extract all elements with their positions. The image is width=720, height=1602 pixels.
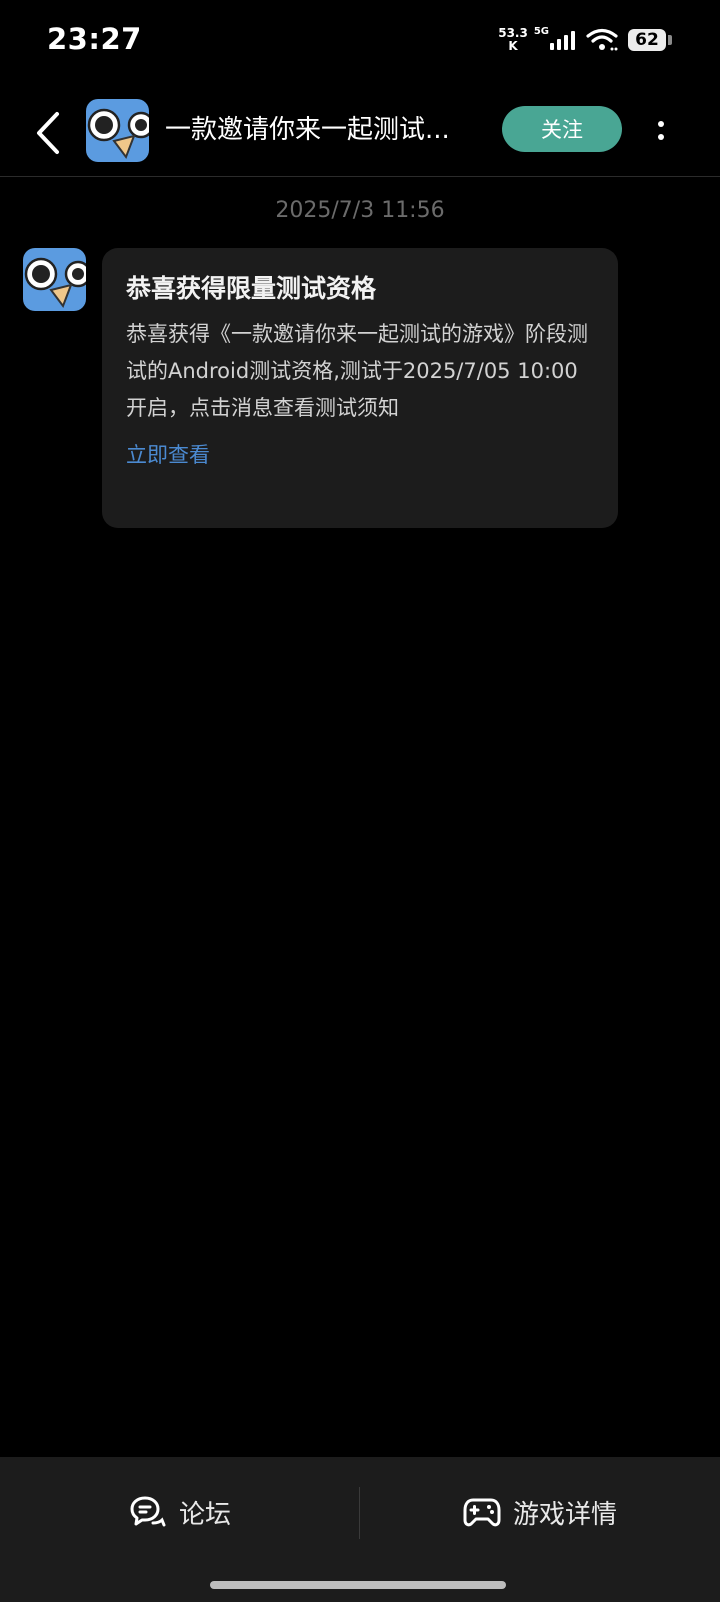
message-title: 恭喜获得限量测试资格 — [126, 274, 377, 303]
page-title: 一款邀请你来一起测试... — [165, 115, 450, 145]
game-avatar[interactable] — [86, 99, 149, 162]
network-speed-unit: K — [508, 39, 518, 53]
more-button[interactable] — [648, 108, 674, 152]
back-button[interactable] — [26, 108, 70, 158]
bird-icon — [23, 248, 86, 311]
more-icon-dot — [658, 120, 664, 127]
bottom-bar: 论坛 游戏详情 — [0, 1457, 720, 1602]
chat-header: 一款邀请你来一起测试... 关注 — [0, 90, 720, 177]
back-icon — [37, 112, 59, 154]
forum-tab[interactable]: 论坛 — [0, 1457, 360, 1567]
status-bar: 23:27 53.3 K 5G 62 — [0, 0, 720, 84]
bird-icon — [86, 99, 149, 162]
battery-icon: 62 — [628, 29, 672, 51]
game-details-tab[interactable]: 游戏详情 — [360, 1457, 720, 1567]
message-body: 恭喜获得《一款邀请你来一起测试的游戏》阶段测试的Android测试资格,测试于2… — [126, 322, 588, 420]
forum-icon — [130, 1496, 166, 1527]
battery-level: 62 — [635, 30, 659, 50]
follow-button[interactable]: 关注 — [502, 106, 622, 152]
signal-icon — [550, 31, 575, 50]
sender-avatar[interactable] — [23, 248, 86, 311]
network-type: 5G — [533, 25, 549, 37]
forum-tab-label: 论坛 — [178, 1499, 231, 1530]
gamepad-icon — [463, 1498, 501, 1527]
home-indicator[interactable] — [210, 1581, 506, 1589]
message-timestamp: 2025/7/3 11:56 — [275, 198, 445, 223]
message-card[interactable]: 恭喜获得限量测试资格 恭喜获得《一款邀请你来一起测试的游戏》阶段测试的Andro… — [102, 248, 618, 528]
network-speed: 53.3 K — [498, 27, 528, 53]
status-clock: 23:27 — [47, 22, 142, 56]
game-details-tab-label: 游戏详情 — [512, 1499, 617, 1530]
status-icons: 53.3 K 5G 62 — [498, 22, 672, 58]
view-now-link[interactable]: 立即查看 — [126, 437, 594, 473]
wifi-icon — [586, 28, 618, 51]
more-icon-dot — [658, 133, 664, 140]
